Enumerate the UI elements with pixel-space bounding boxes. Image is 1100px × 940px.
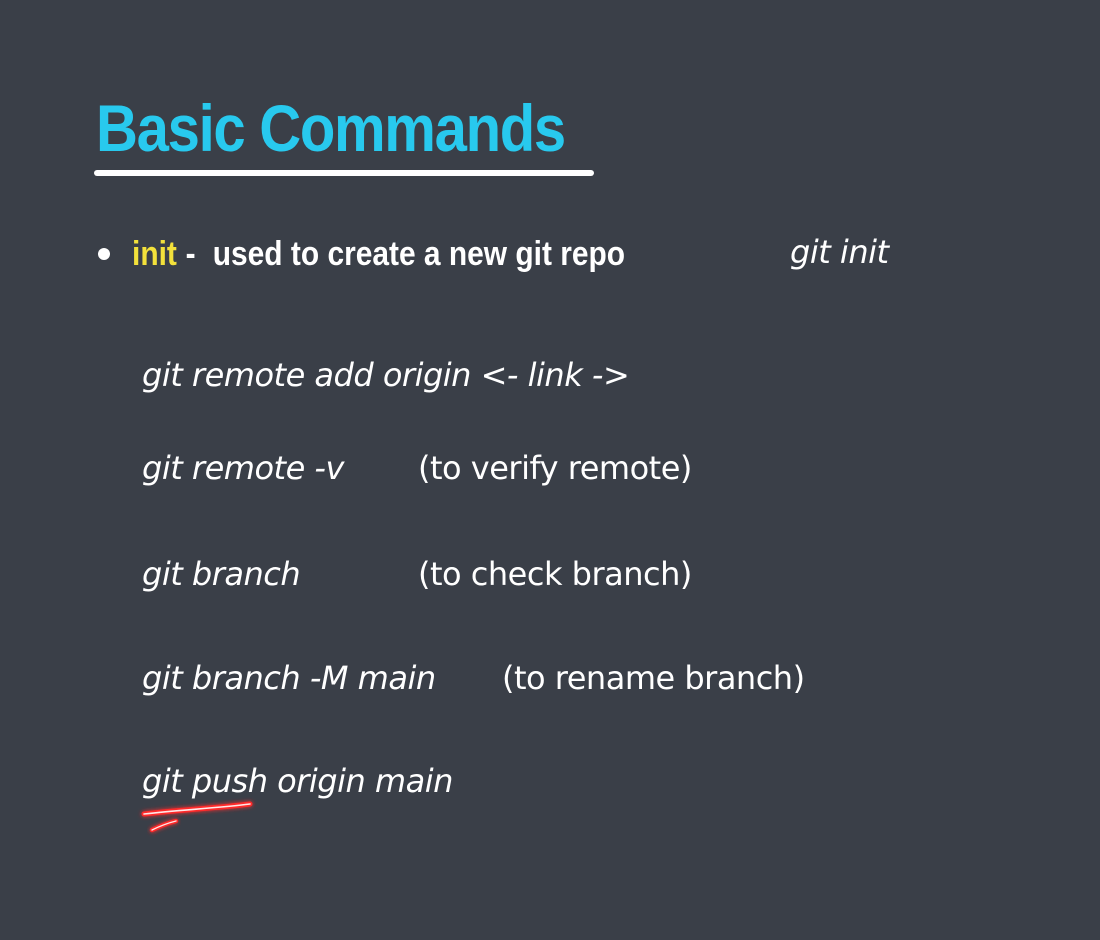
red-underline-annotation xyxy=(141,801,253,833)
note-branch: (to check branch) xyxy=(418,555,692,593)
bullet-text: init - used to create a new git repo xyxy=(132,232,625,276)
command-push: git push origin main xyxy=(142,762,453,800)
slide-title: Basic Commands xyxy=(96,91,566,165)
note-branch-rename: (to rename branch) xyxy=(502,659,805,697)
note-remote-v: (to verify remote) xyxy=(418,449,692,487)
bullet-separator: - xyxy=(185,235,196,273)
command-remote-v: git remote -v xyxy=(142,449,344,487)
title-underline xyxy=(94,170,594,176)
slide: Basic Commands init - used to create a ne… xyxy=(0,0,1100,940)
command-branch: git branch xyxy=(142,555,301,593)
command-branch-rename: git branch -M main xyxy=(142,659,436,697)
bullet-dot xyxy=(98,248,110,260)
command-remote-add: git remote add origin <- link -> xyxy=(142,356,630,394)
bullet-description: used to create a new git repo xyxy=(212,235,626,273)
bullet-command: git init xyxy=(790,233,889,271)
bullet-keyword: init xyxy=(132,235,177,273)
